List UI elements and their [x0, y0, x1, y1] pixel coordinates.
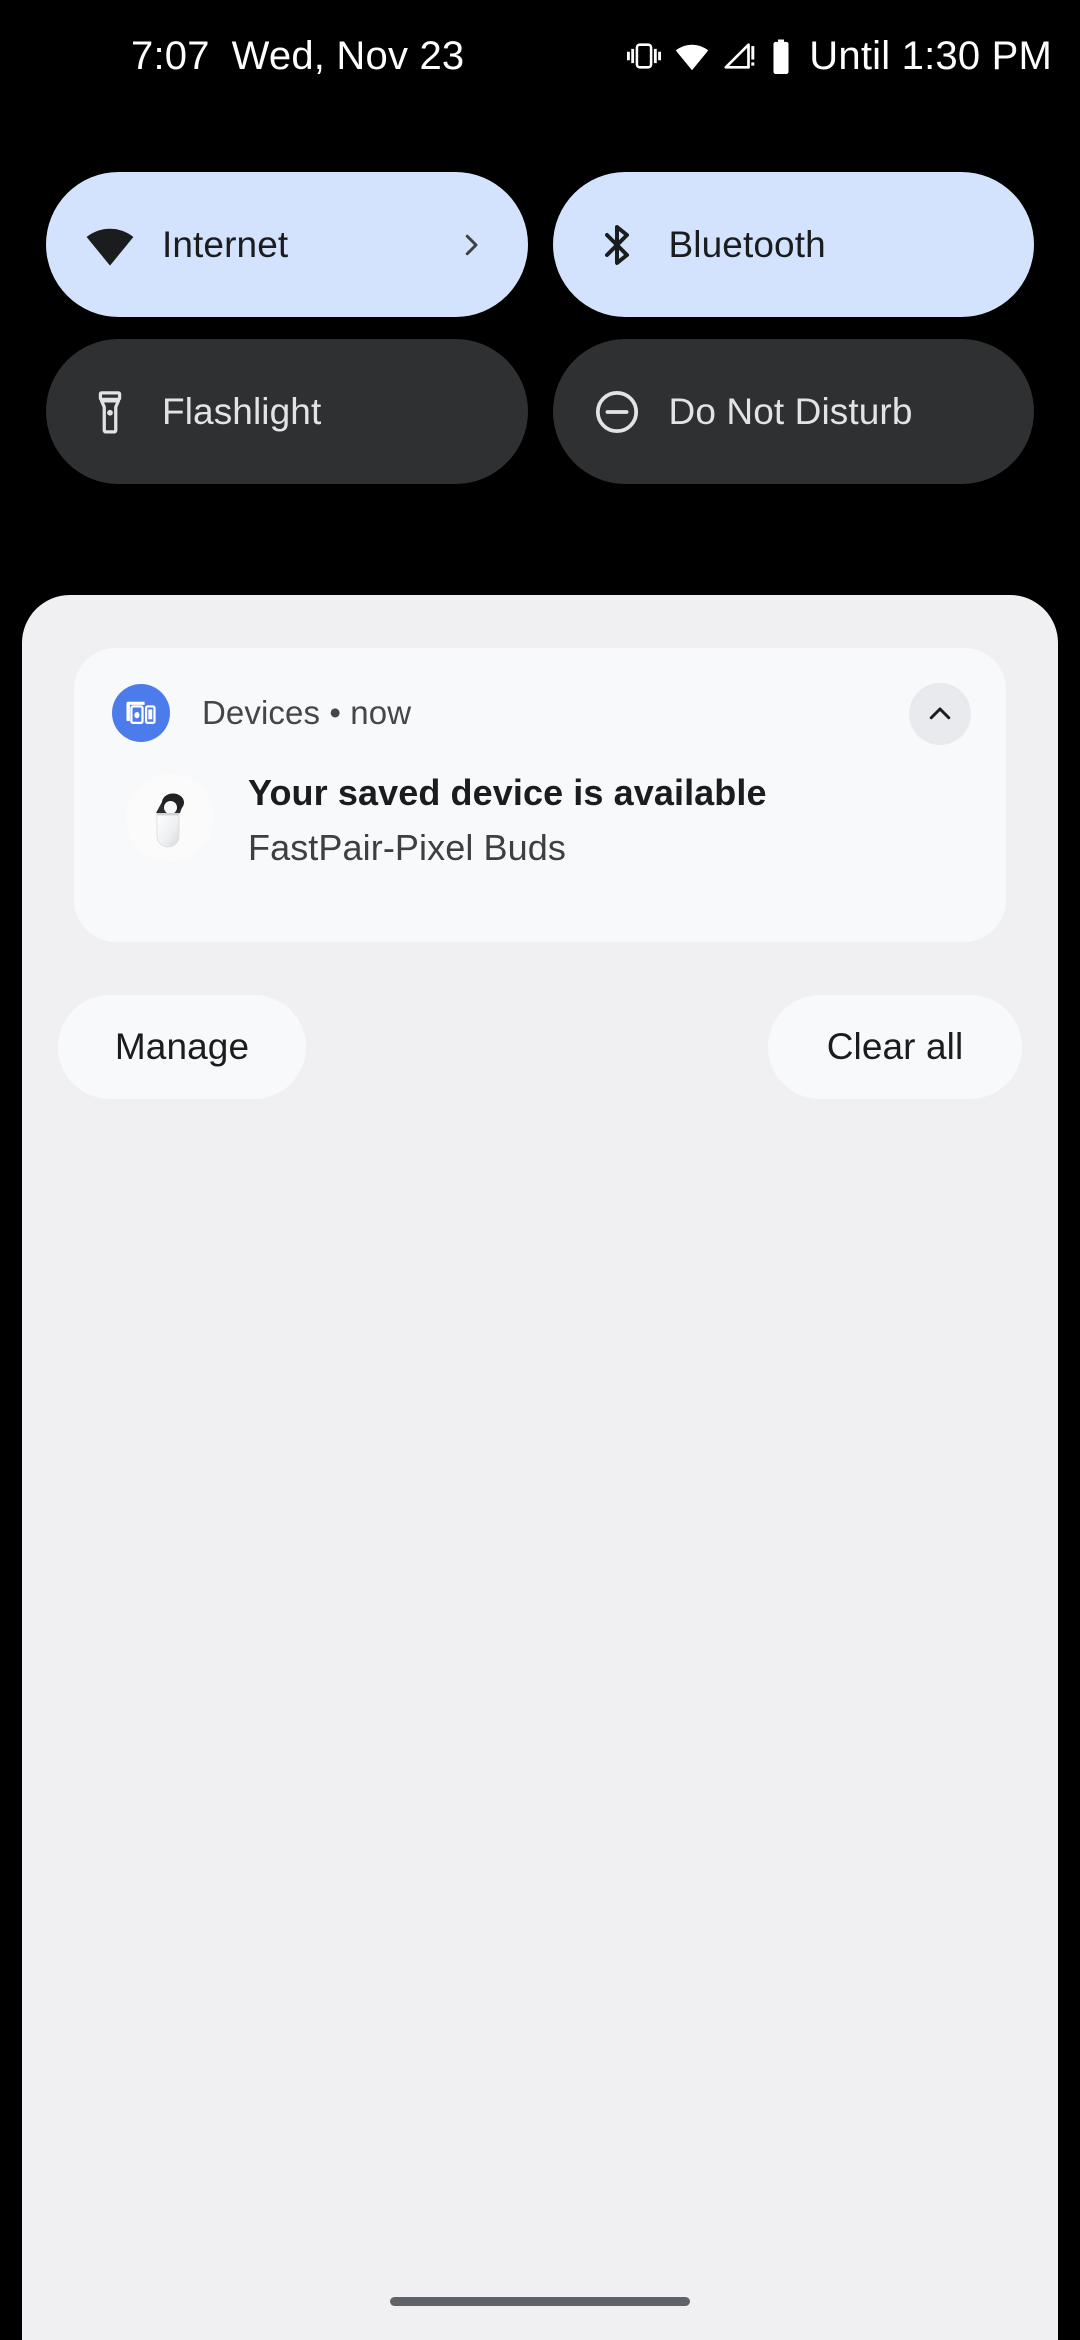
wifi-icon — [84, 219, 136, 271]
notification-time: now — [350, 693, 412, 731]
status-bar-right: Until 1:30 PM — [627, 0, 1052, 112]
navigation-handle[interactable] — [390, 2297, 690, 2306]
qs-tile-label: Bluetooth — [668, 223, 826, 265]
chevron-right-icon[interactable] — [456, 230, 486, 260]
qs-tile-do-not-disturb[interactable]: Do Not Disturb — [552, 339, 1034, 484]
battery-status-text: Until 1:30 PM — [809, 33, 1052, 78]
shade-action-bar: Manage Clear all — [22, 995, 1058, 1099]
qs-tile-label: Flashlight — [162, 390, 322, 432]
qs-tile-label: Internet — [162, 223, 289, 265]
dnd-icon — [591, 386, 643, 438]
status-bar: 7:07 Wed, Nov 23 Until 1:30 PM — [0, 0, 1080, 112]
quick-settings-row-2: Flashlight Do Not Disturb — [0, 339, 1080, 484]
app-name-text: Devices — [202, 693, 321, 731]
status-date: Wed, Nov 23 — [231, 33, 465, 78]
notification-header: Devices • now — [74, 648, 1006, 745]
qs-tile-flashlight[interactable]: Flashlight — [46, 339, 528, 484]
quick-settings-panel: Internet Bluetooth Flashlight Do Not Dis… — [0, 172, 1080, 506]
flashlight-icon — [84, 386, 136, 438]
notification-card[interactable]: Devices • now Your saved device is avail… — [74, 648, 1006, 942]
notification-app-name: Devices • now — [202, 694, 411, 732]
clear-all-button[interactable]: Clear all — [768, 995, 1022, 1099]
bluetooth-icon — [591, 219, 643, 271]
notification-title: Your saved device is available — [248, 772, 767, 813]
vibrate-icon — [627, 39, 662, 73]
status-bar-left: 7:07 Wed, Nov 23 — [131, 0, 464, 112]
notification-text-block: Your saved device is available FastPair-… — [248, 770, 767, 870]
status-clock: 7:07 — [131, 33, 210, 78]
battery-icon — [770, 38, 792, 74]
quick-settings-row-1: Internet Bluetooth — [0, 172, 1080, 317]
notification-body: Your saved device is available FastPair-… — [74, 744, 1006, 870]
notification-shade: Devices • now Your saved device is avail… — [22, 595, 1058, 2340]
devices-cast-icon — [112, 683, 170, 742]
chevron-up-icon[interactable] — [909, 683, 971, 745]
qs-tile-label: Do Not Disturb — [668, 390, 913, 432]
separator-dot: • — [329, 693, 342, 731]
mobile-signal-no-sim-icon — [723, 39, 757, 73]
manage-button[interactable]: Manage — [58, 995, 306, 1099]
wifi-icon — [674, 38, 710, 74]
qs-tile-internet[interactable]: Internet — [46, 172, 528, 317]
pixel-buds-case-image — [126, 774, 214, 862]
notification-subtitle: FastPair-Pixel Buds — [248, 827, 567, 868]
qs-tile-bluetooth[interactable]: Bluetooth — [552, 172, 1034, 317]
